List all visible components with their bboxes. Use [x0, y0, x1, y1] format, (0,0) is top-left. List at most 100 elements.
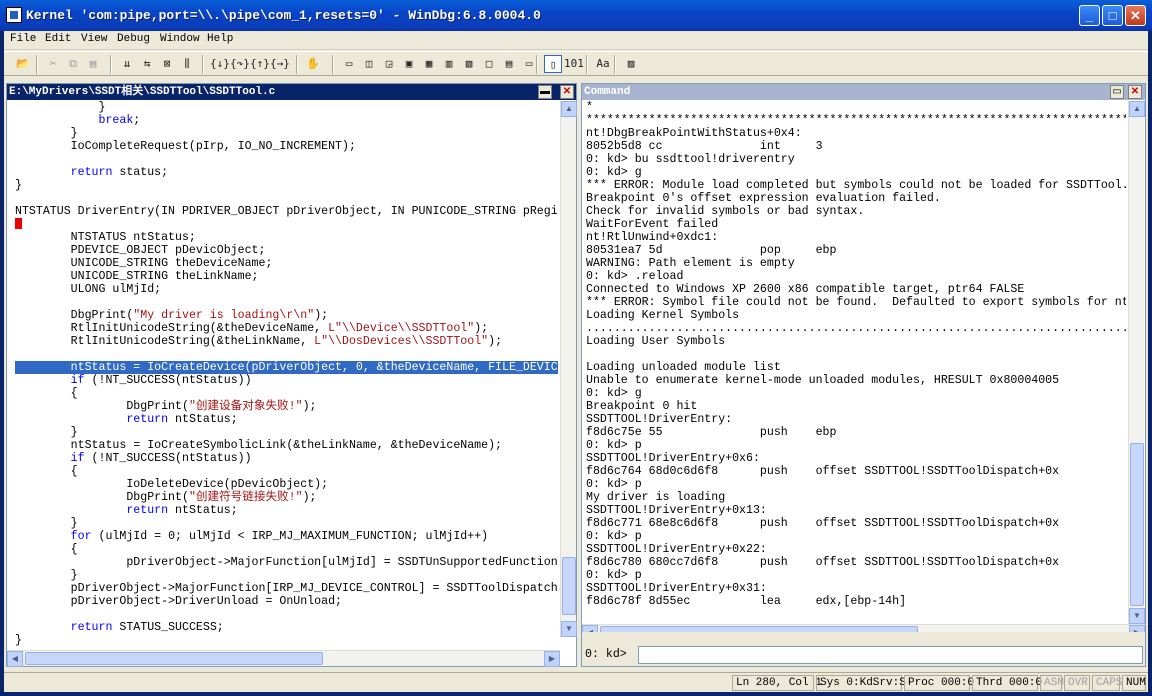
source-line[interactable]: ULONG ulMjId; — [15, 283, 558, 296]
break-icon[interactable]: ⫼ — [178, 55, 196, 73]
source-line[interactable]: return status; — [15, 166, 558, 179]
source-line[interactable]: DbgPrint("创建设备对象失败!"); — [15, 400, 558, 413]
source-line[interactable]: } — [15, 179, 558, 192]
command-window[interactable]: Command ▭ ✕ * ***************************… — [581, 83, 1146, 667]
scroll-down-icon[interactable]: ▼ — [1129, 608, 1145, 624]
source-line[interactable]: } — [15, 634, 558, 647]
source-line[interactable]: NTSTATUS ntStatus; — [15, 231, 558, 244]
command-output[interactable]: * ***************************************… — [582, 101, 1126, 624]
source-line[interactable]: } — [15, 517, 558, 530]
cut-icon[interactable]: ✂ — [44, 55, 62, 73]
scroll-up-icon[interactable]: ▲ — [1129, 101, 1145, 117]
source-line[interactable]: if (!NT_SUCCESS(ntStatus)) — [15, 374, 558, 387]
source-line[interactable]: return ntStatus; — [15, 413, 558, 426]
scratch-pad-icon[interactable]: □ — [480, 55, 498, 73]
breakpoint-icon[interactable] — [15, 218, 22, 230]
source-line[interactable]: NTSTATUS DriverEntry(IN PDRIVER_OBJECT p… — [15, 205, 558, 218]
source-window-close-button[interactable]: ✕ — [560, 85, 574, 99]
source-line[interactable]: PDEVICE_OBJECT pDevicObject; — [15, 244, 558, 257]
processes-threads-icon[interactable]: ▤ — [500, 55, 518, 73]
source-line[interactable] — [15, 348, 558, 361]
command-browser-icon[interactable]: ▭ — [520, 55, 538, 73]
source-line[interactable]: } — [15, 101, 558, 114]
source-line[interactable]: } — [15, 426, 558, 439]
source-line[interactable]: UNICODE_STRING theDeviceName; — [15, 257, 558, 270]
source-line[interactable]: UNICODE_STRING theLinkName; — [15, 270, 558, 283]
menu-file[interactable]: File — [10, 33, 36, 45]
menu-window[interactable]: Window — [160, 33, 200, 45]
scroll-thumb[interactable] — [562, 557, 576, 615]
source-vertical-scrollbar[interactable]: ▲ ▼ — [560, 101, 577, 637]
menu-view[interactable]: View — [81, 33, 107, 45]
command-vertical-scrollbar[interactable]: ▲ ▼ — [1128, 101, 1145, 624]
source-line[interactable]: { — [15, 218, 558, 231]
source-line[interactable] — [15, 608, 558, 621]
source-line[interactable]: pDriverObject->MajorFunction[IRP_MJ_DEVI… — [15, 582, 558, 595]
copy-icon[interactable]: ⧉ — [64, 55, 82, 73]
open-icon[interactable]: 📂 — [14, 55, 32, 73]
options-icon[interactable]: ▨ — [622, 55, 640, 73]
source-line[interactable]: { — [15, 543, 558, 556]
source-code-view[interactable]: } break; } IoCompleteRequest(pIrp, IO_NO… — [7, 101, 558, 653]
command-window-icon[interactable]: ▭ — [340, 55, 358, 73]
close-button[interactable]: ✕ — [1125, 5, 1146, 26]
source-line[interactable]: } — [15, 569, 558, 582]
source-window-menu-button[interactable]: ▬ — [538, 85, 552, 99]
source-line[interactable]: RtlInitUnicodeString(&theDeviceName, L"\… — [15, 322, 558, 335]
source-line[interactable]: { — [15, 387, 558, 400]
scroll-thumb[interactable] — [25, 652, 323, 665]
source-line[interactable]: IoCompleteRequest(pIrp, IO_NO_INCREMENT)… — [15, 140, 558, 153]
command-input[interactable] — [638, 646, 1143, 664]
scroll-up-icon[interactable]: ▲ — [561, 101, 577, 117]
stop-debugging-icon[interactable]: ⊠ — [158, 55, 176, 73]
menu-help[interactable]: Help — [207, 33, 233, 45]
current-source-line[interactable]: ntStatus = IoCreateDevice(pDriverObject,… — [15, 361, 558, 374]
registers-window-icon[interactable]: ▣ — [400, 55, 418, 73]
source-line[interactable] — [15, 153, 558, 166]
source-line[interactable]: return ntStatus; — [15, 504, 558, 517]
source-mode-icon[interactable]: ▯ — [544, 55, 562, 73]
menu-debug[interactable]: Debug — [117, 33, 150, 45]
paste-icon[interactable]: ▤ — [84, 55, 102, 73]
breakpoint-hand-icon[interactable]: ✋ — [304, 55, 322, 73]
command-window-close-button[interactable]: ✕ — [1128, 85, 1142, 99]
command-window-menu-button[interactable]: ▭ — [1110, 85, 1124, 99]
call-stack-window-icon[interactable]: ▥ — [440, 55, 458, 73]
step-into-icon[interactable]: {↓} — [210, 55, 230, 73]
minimize-button[interactable]: _ — [1079, 5, 1100, 26]
source-line[interactable]: return STATUS_SUCCESS; — [15, 621, 558, 634]
go-icon[interactable]: ⇊ — [118, 55, 136, 73]
watch-window-icon[interactable]: ◫ — [360, 55, 378, 73]
source-line[interactable]: DbgPrint("创建符号链接失败!"); — [15, 491, 558, 504]
source-line[interactable]: ntStatus = IoCreateSymbolicLink(&theLink… — [15, 439, 558, 452]
source-line[interactable]: if (!NT_SUCCESS(ntStatus)) — [15, 452, 558, 465]
menu-edit[interactable]: Edit — [45, 33, 71, 45]
hex-mode-icon[interactable]: 101 — [564, 55, 584, 73]
source-line[interactable]: IoDeleteDevice(pDevicObject); — [15, 478, 558, 491]
source-line[interactable]: pDriverObject->DriverUnload = OnUnload; — [15, 595, 558, 608]
app-icon[interactable] — [6, 7, 22, 23]
source-line[interactable]: for (ulMjId = 0; ulMjId < IRP_MJ_MAXIMUM… — [15, 530, 558, 543]
memory-window-icon[interactable]: ▦ — [420, 55, 438, 73]
source-line[interactable] — [15, 192, 558, 205]
source-line[interactable]: { — [15, 465, 558, 478]
scroll-thumb[interactable] — [1130, 443, 1144, 606]
scroll-left-icon[interactable]: ◀ — [7, 651, 23, 667]
scroll-down-icon[interactable]: ▼ — [561, 621, 577, 637]
source-line[interactable]: RtlInitUnicodeString(&theLinkName, L"\\D… — [15, 335, 558, 348]
source-line[interactable]: } — [15, 127, 558, 140]
source-horizontal-scrollbar[interactable]: ◀ ▶ — [7, 650, 560, 667]
disassembly-window-icon[interactable]: ▧ — [460, 55, 478, 73]
maximize-button[interactable]: □ — [1102, 5, 1123, 26]
title-bar[interactable]: Kernel 'com:pipe,port=\\.\pipe\com_1,res… — [0, 0, 1152, 31]
source-line[interactable] — [15, 296, 558, 309]
source-line[interactable]: DbgPrint("My driver is loading\r\n"); — [15, 309, 558, 322]
scroll-right-icon[interactable]: ▶ — [544, 651, 560, 667]
source-line[interactable]: pDriverObject->MajorFunction[ulMjId] = S… — [15, 556, 558, 569]
locals-window-icon[interactable]: ◲ — [380, 55, 398, 73]
run-to-cursor-icon[interactable]: {→} — [270, 55, 290, 73]
step-over-icon[interactable]: {↷} — [230, 55, 250, 73]
step-out-icon[interactable]: {↑} — [250, 55, 270, 73]
source-line[interactable]: break; — [15, 114, 558, 127]
source-window[interactable]: E:\MyDrivers\SSDT相关\SSDTTool\SSDTTool.c … — [6, 83, 577, 667]
